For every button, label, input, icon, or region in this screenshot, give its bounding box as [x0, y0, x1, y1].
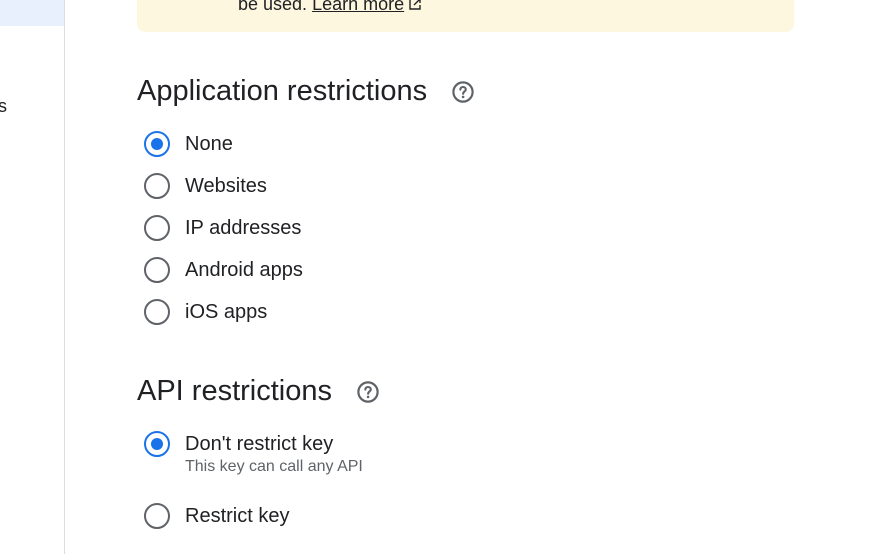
radio-ios-apps[interactable] [144, 299, 170, 325]
app-restriction-option-ios-apps[interactable]: iOS apps [141, 299, 267, 325]
info-notice-banner [137, 0, 794, 32]
radio-label[interactable]: Android apps [185, 257, 303, 283]
help-icon[interactable] [356, 380, 380, 404]
open-in-new-icon[interactable] [408, 0, 422, 11]
radio-label[interactable]: IP addresses [185, 215, 301, 241]
learn-more-link-label[interactable]: Learn more [312, 0, 404, 14]
radio-ip-addresses[interactable] [144, 215, 170, 241]
api-key-settings-page: s be used. Learn more Application restri… [0, 0, 885, 554]
api-restriction-option-restrict-key[interactable]: Restrict key [141, 503, 289, 529]
radio-dont-restrict-key[interactable] [144, 431, 170, 457]
help-icon[interactable] [451, 80, 475, 104]
radio-label[interactable]: iOS apps [185, 299, 267, 325]
api-restrictions-title: API restrictions [137, 375, 332, 407]
application-restrictions-title: Application restrictions [137, 75, 428, 107]
radio-label-wrap: Don't restrict key This key can call any… [185, 431, 363, 477]
left-nav: s [0, 0, 65, 554]
radio-label-wrap: None [185, 131, 233, 157]
radio-label[interactable]: Restrict key [185, 503, 289, 529]
radio-none[interactable] [144, 131, 170, 157]
radio-label-wrap: iOS apps [185, 299, 267, 325]
api-restriction-option-dont-restrict[interactable]: Don't restrict key This key can call any… [141, 431, 363, 477]
radio-label[interactable]: Websites [185, 173, 267, 199]
radio-label-wrap: IP addresses [185, 215, 301, 241]
radio-description: This key can call any API [185, 458, 363, 475]
radio-label-wrap: Websites [185, 173, 267, 199]
app-restriction-option-websites[interactable]: Websites [141, 173, 267, 199]
left-nav-selected-item[interactable] [0, 0, 64, 26]
radio-websites[interactable] [144, 173, 170, 199]
learn-more-link[interactable]: Learn more [312, 0, 404, 14]
radio-restrict-key[interactable] [144, 503, 170, 529]
info-notice-text: be used. Learn more [238, 0, 422, 15]
api-restrictions-heading: API restrictions [137, 375, 380, 408]
info-notice-body: be used. [238, 0, 313, 14]
app-restriction-option-android-apps[interactable]: Android apps [141, 257, 303, 283]
app-restriction-option-none[interactable]: None [141, 131, 233, 157]
left-nav-item-label[interactable]: s [0, 96, 7, 117]
app-restriction-option-ip-addresses[interactable]: IP addresses [141, 215, 301, 241]
radio-label[interactable]: None [185, 131, 233, 157]
radio-android-apps[interactable] [144, 257, 170, 283]
radio-label-wrap: Restrict key [185, 503, 289, 529]
radio-label-wrap: Android apps [185, 257, 303, 283]
radio-label[interactable]: Don't restrict key [185, 431, 363, 457]
application-restrictions-heading: Application restrictions [137, 75, 475, 108]
